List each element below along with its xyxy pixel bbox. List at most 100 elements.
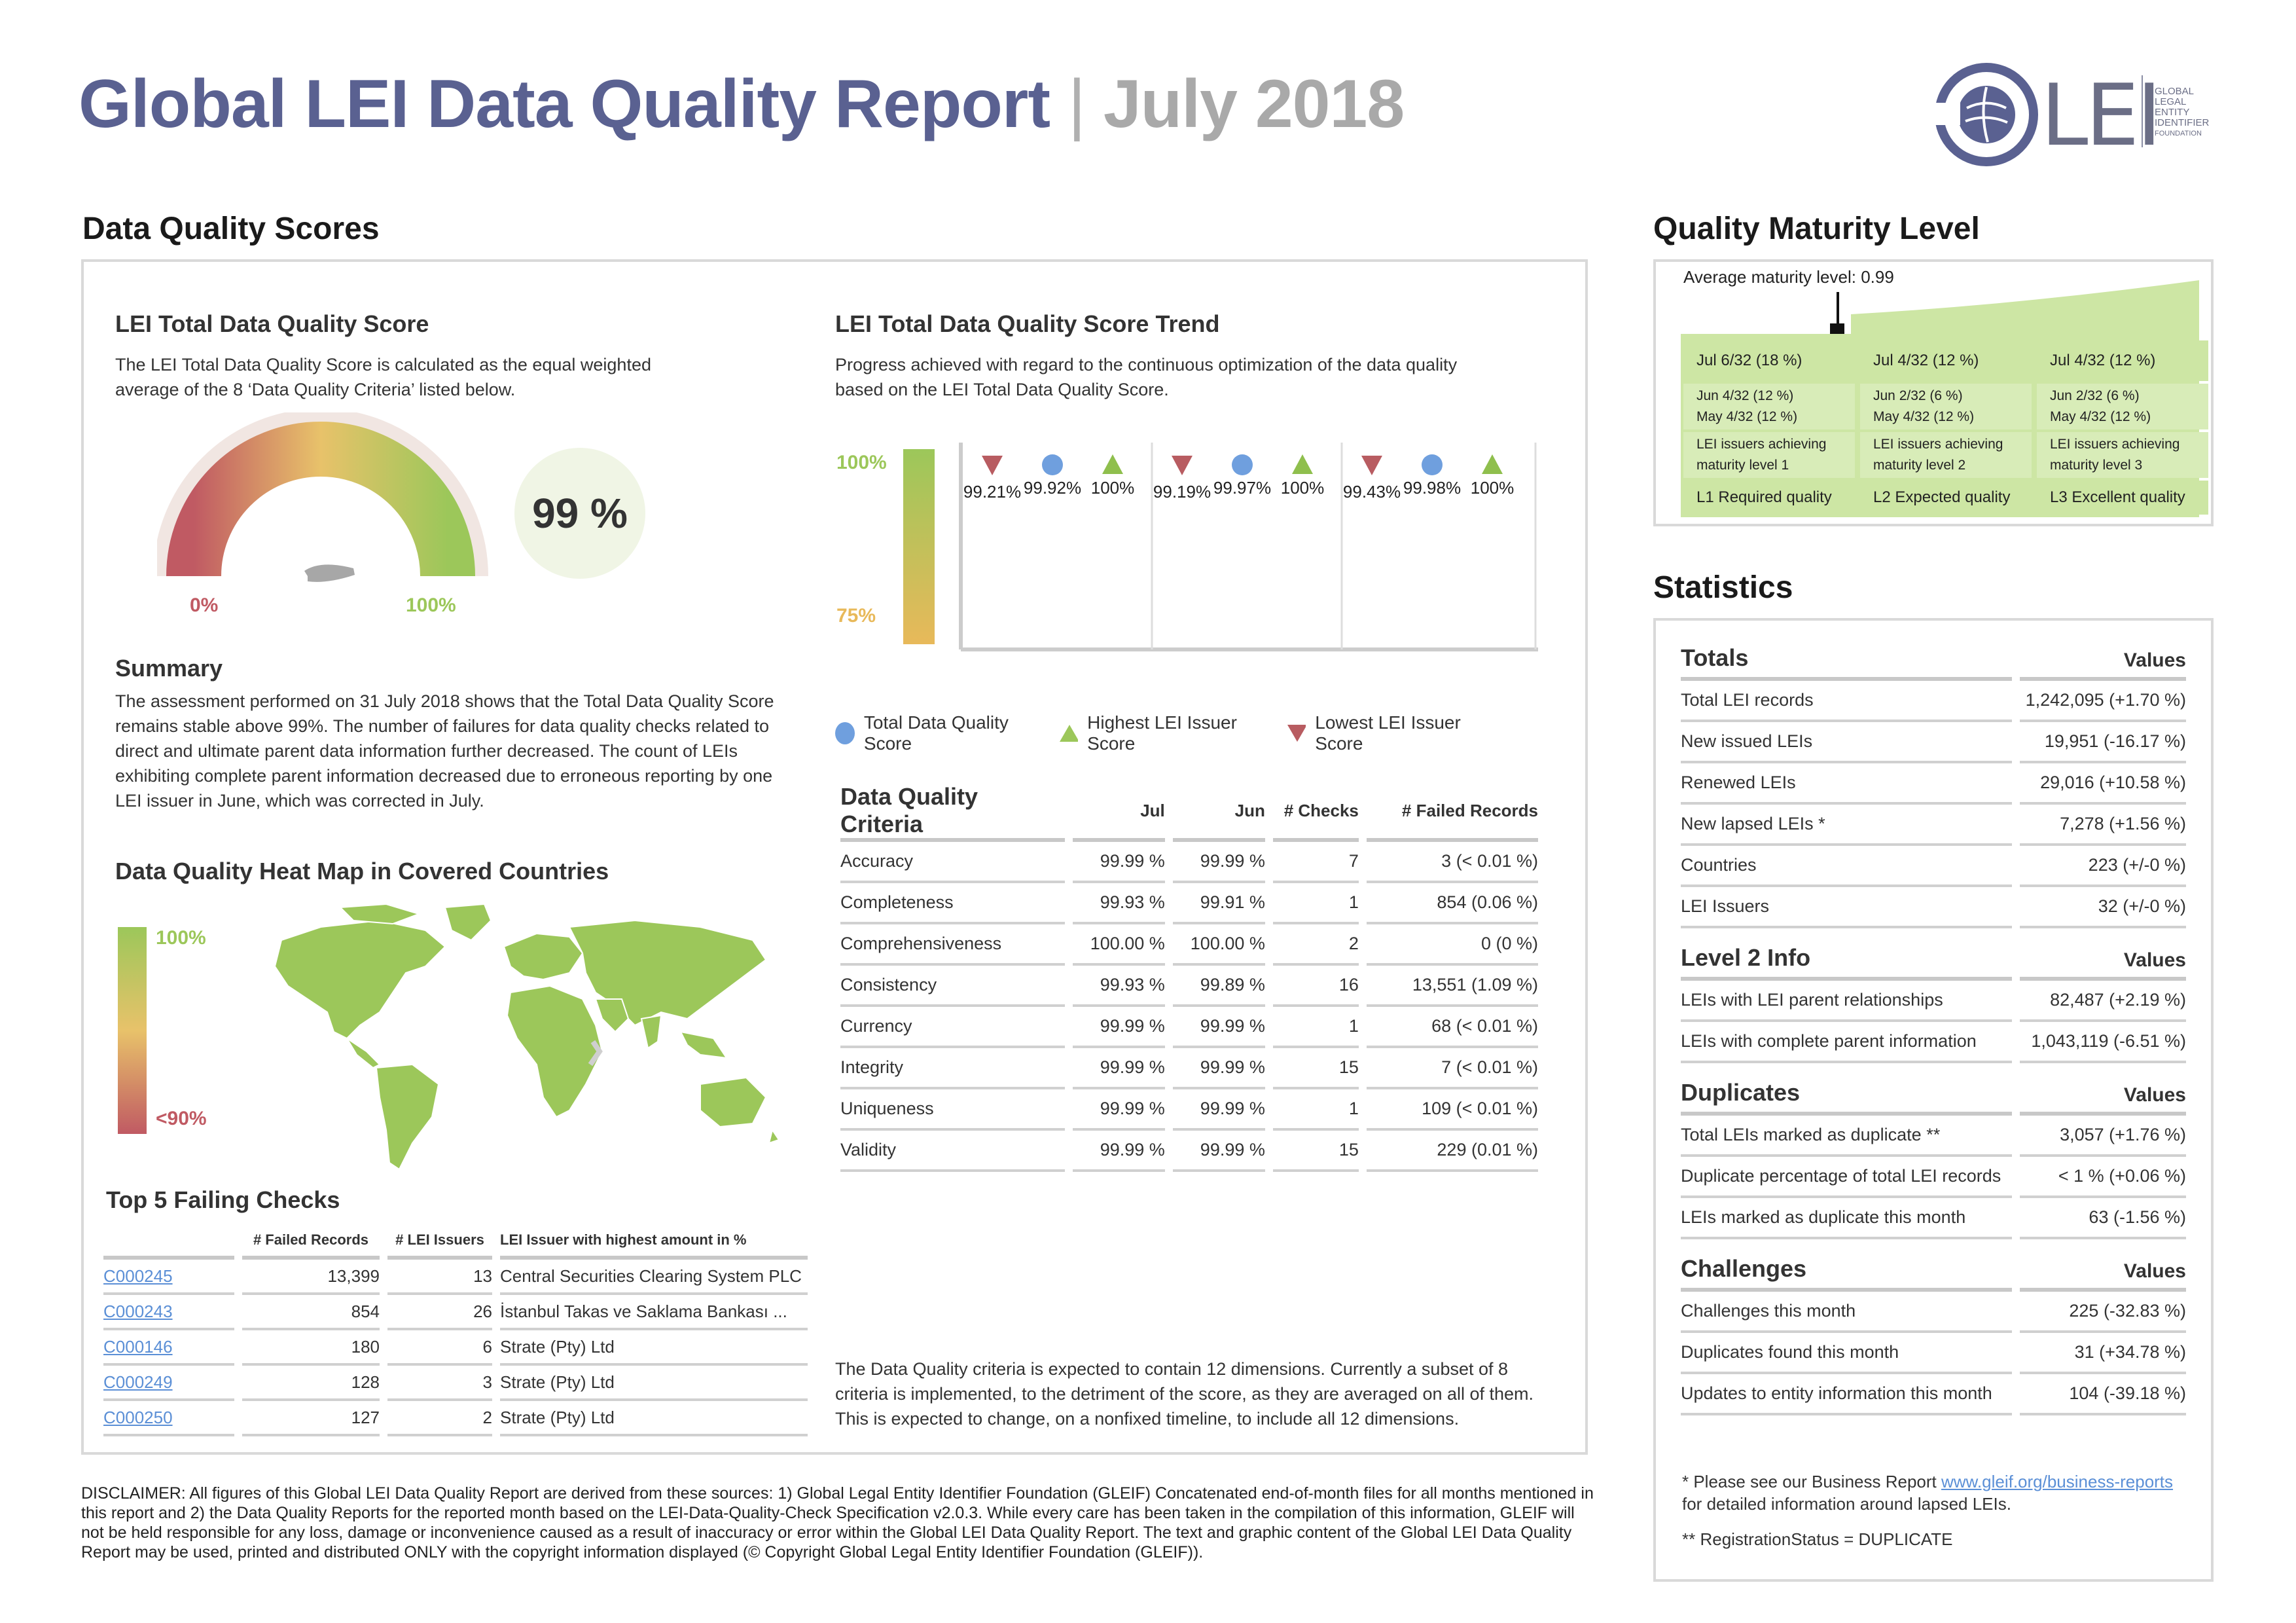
maturity-desc-cell-line: LEI issuers achieving: [1873, 437, 2003, 452]
stats-value-cell: 223 (+/-0 %): [2020, 846, 2186, 887]
criteria-jun-cell: 99.99 %: [1172, 1007, 1265, 1048]
stats-value-cell: 7,278 (+1.56 %): [2020, 805, 2186, 846]
stats-group-name: Challenges: [1681, 1239, 2013, 1292]
gauge-needle: [304, 564, 355, 582]
check-link[interactable]: C000245: [103, 1260, 234, 1295]
trend-description: Progress achieved with regard to the con…: [835, 355, 1458, 399]
stats-label-cell: Duplicate percentage of total LEI record…: [1681, 1157, 2013, 1198]
statistics-heading: Statistics: [1653, 570, 1793, 605]
statistics-table: Totals Values Total LEI records 1,242,095 (…: [1673, 629, 2194, 1415]
stats-group-header: Totals Values: [1681, 629, 2186, 681]
highest-score-marker-label: 100%: [1471, 478, 1515, 498]
total-score-marker: [1232, 454, 1253, 475]
stats-label-cell: Renewed LEIs: [1681, 763, 2013, 805]
stats-values-label: Values: [2020, 928, 2186, 981]
criteria-jun-cell: 100.00 %: [1172, 924, 1265, 966]
maturity-desc-cell: LEI issuers achieving maturity level 3: [2037, 432, 2208, 478]
table-row: Accuracy 99.99 % 99.99 % 7 3 (< 0.01 %): [840, 842, 1538, 883]
failing-col-check: [103, 1224, 234, 1260]
check-link[interactable]: C000250: [103, 1401, 234, 1436]
table-row: LEIs with LEI parent relationships 82,487…: [1681, 981, 2186, 1022]
check-link[interactable]: C000243: [103, 1295, 234, 1330]
stats-value-cell: 63 (-1.56 %): [2020, 1198, 2186, 1239]
table-row: C000249 128 3 Strate (Pty) Ltd: [103, 1366, 808, 1401]
stats-value-cell: < 1 % (+0.06 %): [2020, 1157, 2186, 1198]
stats-value-cell: 29,016 (+10.58 %): [2020, 763, 2186, 805]
gleif-globe-logo-icon: [1934, 63, 2038, 166]
criteria-checks-cell: 1: [1272, 1007, 1359, 1048]
criteria-failed-cell: 3 (< 0.01 %): [1366, 842, 1538, 883]
criteria-failed-cell: 68 (< 0.01 %): [1366, 1007, 1538, 1048]
failed-records-cell: 180: [242, 1330, 380, 1366]
criteria-jun-cell: 99.89 %: [1172, 966, 1265, 1007]
trend-scale-bottom: 75%: [836, 605, 876, 627]
maturity-current-cell: Jul 4/32 (12 %): [1860, 340, 2032, 381]
criteria-jul-cell: 99.99 %: [1072, 1007, 1165, 1048]
criteria-jul-cell: 99.99 %: [1072, 1131, 1165, 1172]
legend-highest-label: Highest LEI Issuer Score: [1087, 712, 1237, 754]
criteria-failed-cell: 854 (0.06 %): [1366, 883, 1538, 924]
check-link[interactable]: C000146: [103, 1330, 234, 1366]
stats-label-cell: Total LEIs marked as duplicate **: [1681, 1116, 2013, 1157]
check-link[interactable]: C000249: [103, 1366, 234, 1401]
maturity-level-name: L2 Expected quality: [1860, 481, 2032, 515]
table-row: Updates to entity information this month…: [1681, 1374, 2186, 1415]
report-title: Global LEI Data Quality Report | July 20…: [79, 65, 1405, 143]
summary-text: The assessment performed on 31 July 2018…: [115, 691, 774, 811]
stats-group-header: Challenges Values: [1681, 1239, 2186, 1292]
maturity-history-cell: Jun 4/32 (12 %) May 4/32 (12 %): [1683, 384, 1855, 429]
trend-scale-top: 100%: [836, 452, 887, 473]
issuer-name-cell: Strate (Pty) Ltd: [500, 1401, 808, 1436]
stats-group-header: Level 2 Info Values: [1681, 928, 2186, 981]
logo-subtext: GLOBAL LEGAL ENTITY IDENTIFIER FOUNDATIO…: [2155, 86, 2209, 139]
failing-col-issuer: LEI Issuer with highest amount in %: [500, 1224, 808, 1260]
maturity-desc-cell-line: LEI issuers achieving: [2050, 437, 2180, 452]
statistics-footnote-1: * Please see our Business Report www.gle…: [1682, 1470, 2199, 1515]
highest-score-marker-label: 100%: [1281, 478, 1325, 498]
stats-label-cell: Total LEI records: [1681, 681, 2013, 722]
statistics-footnote-2: ** RegistrationStatus = DUPLICATE: [1682, 1529, 1953, 1549]
criteria-heading: Data Quality Criteria: [840, 783, 1065, 842]
lowest-score-marker: [1361, 456, 1382, 475]
total-score-marker: [1422, 454, 1443, 475]
business-report-link[interactable]: www.gleif.org/business-reports: [1941, 1472, 2173, 1491]
heatmap-bottom-label: <90%: [156, 1108, 207, 1129]
criteria-checks-cell: 15: [1272, 1131, 1359, 1172]
total-score-marker: [1042, 454, 1063, 475]
failed-records-cell: 13,399: [242, 1260, 380, 1295]
criteria-checks-cell: 7: [1272, 842, 1359, 883]
logo-sub-line: GLOBAL: [2155, 86, 2195, 97]
scores-heading: Data Quality Scores: [82, 211, 380, 246]
stats-label-cell: LEIs with LEI parent relationships: [1681, 981, 2013, 1022]
maturity-desc-cell: LEI issuers achieving maturity level 2: [1860, 432, 2032, 478]
logo-sub-line: ENTITY: [2155, 107, 2190, 118]
criteria-table: Data Quality Criteria Jul Jun # Checks #…: [833, 783, 1546, 1172]
highest-score-marker-label: 100%: [1091, 478, 1135, 498]
criteria-jul-cell: 99.99 %: [1072, 1048, 1165, 1089]
table-row: Uniqueness 99.99 % 99.99 % 1 109 (< 0.01 %): [840, 1089, 1538, 1131]
stats-value-cell: 3,057 (+1.76 %): [2020, 1116, 2186, 1157]
table-row: Total LEIs marked as duplicate ** 3,057 (…: [1681, 1116, 2186, 1157]
criteria-jul-cell: 99.99 %: [1072, 1089, 1165, 1131]
stats-label-cell: LEI Issuers: [1681, 887, 2013, 928]
trend-chart: 99.21%99.92%100%May99.19%99.97%100%Jun99…: [959, 443, 1538, 651]
legend-total-label: Total Data Quality Score: [863, 712, 1009, 754]
issuers-cell: 3: [387, 1366, 492, 1401]
table-row: Comprehensiveness 100.00 % 100.00 % 2 0 (0 %…: [840, 924, 1538, 966]
maturity-history-cell-line: Jun 2/32 (6 %): [2050, 388, 2140, 403]
stats-label-cell: Countries: [1681, 846, 2013, 887]
criteria-jul-cell: 100.00 %: [1072, 924, 1165, 966]
stats-value-cell: 31 (+34.78 %): [2020, 1333, 2186, 1374]
criteria-col-failed: # Failed Records: [1366, 783, 1538, 842]
criteria-jul-cell: 99.93 %: [1072, 966, 1165, 1007]
table-row: Duplicates found this month 31 (+34.78 %): [1681, 1333, 2186, 1374]
stats-value-cell: 1,043,119 (-6.51 %): [2020, 1022, 2186, 1063]
table-row: New issued LEIs 19,951 (-16.17 %): [1681, 722, 2186, 763]
criteria-name-cell: Integrity: [840, 1048, 1065, 1089]
issuer-name-cell: Central Securities Clearing System PLC: [500, 1260, 808, 1295]
criteria-checks-cell: 2: [1272, 924, 1359, 966]
failing-col-issuers: # LEI Issuers: [387, 1224, 492, 1260]
trend-scale-bar: [903, 449, 935, 644]
criteria-col-jul: Jul: [1072, 783, 1165, 842]
gauge-max-label: 100%: [406, 594, 456, 616]
